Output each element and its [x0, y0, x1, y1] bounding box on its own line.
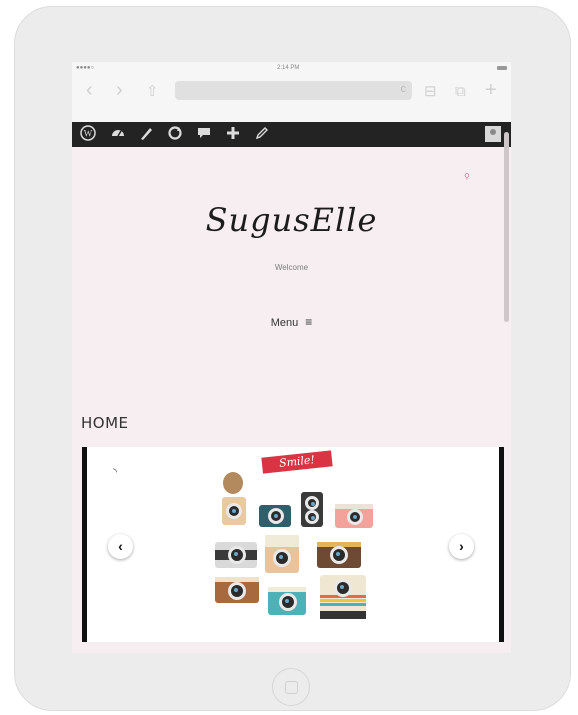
wp-admin-bar: W [72, 122, 511, 147]
clock: 2:14 PM [277, 65, 300, 71]
signal-indicator: ●●●●○ [76, 65, 95, 71]
camera-icon [265, 535, 299, 573]
user-avatar[interactable] [485, 126, 501, 142]
safari-toolbar: ‹ › ⇧ c ⊟ ⧉ + [72, 74, 511, 123]
site-tagline: Welcome [274, 263, 309, 272]
new-content-icon[interactable] [225, 125, 241, 146]
camera-icon [335, 504, 373, 528]
share-icon[interactable]: ⇧ [146, 82, 159, 102]
camera-icon [301, 492, 323, 527]
svg-text:W: W [84, 129, 93, 139]
status-bar: ●●●●○ 2:14 PM [72, 62, 511, 74]
battery-icon [497, 66, 507, 70]
dashboard-icon[interactable] [110, 125, 126, 146]
camera-icon [317, 542, 361, 568]
camera-icon [222, 497, 246, 525]
search-icon[interactable]: ⚲ [464, 172, 470, 181]
hamburger-icon: ≡ [305, 315, 313, 329]
image-slider: ◝ ‹ › Smile! [82, 447, 504, 642]
menu-label: Menu [270, 317, 299, 329]
camera-icon [223, 472, 243, 494]
site-logo[interactable]: SugusElle [72, 201, 511, 239]
camera-icon [259, 505, 291, 527]
updates-icon[interactable] [167, 125, 183, 146]
home-button[interactable] [272, 668, 310, 706]
back-icon[interactable]: ‹ [86, 80, 93, 100]
slider-next-button[interactable]: › [449, 534, 474, 559]
camera-icon [268, 587, 306, 615]
reload-icon[interactable]: c [401, 83, 407, 95]
menu-toggle[interactable]: Menu ≡ [72, 315, 511, 329]
camera-icon [215, 577, 259, 603]
bookmarks-icon[interactable]: ⊟ [424, 82, 437, 102]
slider-prev-button[interactable]: ‹ [108, 534, 133, 559]
smile-banner: Smile! [261, 450, 333, 474]
forward-icon[interactable]: › [116, 80, 123, 100]
camera-icon [320, 575, 366, 619]
camera-icon [215, 542, 257, 568]
address-bar[interactable]: c [175, 81, 412, 100]
page-title: HOME [81, 414, 129, 432]
new-tab-icon[interactable]: + [485, 80, 497, 100]
loading-spinner-icon: ◝ [113, 467, 117, 478]
wordpress-icon[interactable]: W [80, 125, 96, 146]
comments-icon[interactable] [196, 125, 212, 146]
browser-screen: ●●●●○ 2:14 PM ‹ › ⇧ c ⊟ ⧉ + W ⚲ SugusEll… [72, 62, 511, 653]
edit-icon[interactable] [254, 125, 270, 146]
customize-icon[interactable] [138, 125, 154, 146]
tabs-icon[interactable]: ⧉ [455, 82, 466, 102]
